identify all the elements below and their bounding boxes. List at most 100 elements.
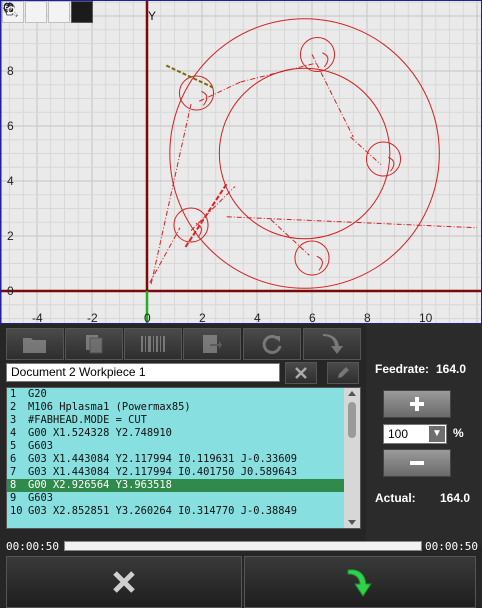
line-text: G03 X1.443084 Y2.117994 I0.119631 J-0.33…: [28, 453, 297, 465]
x-tick-label: 10: [419, 311, 433, 324]
gcode-line[interactable]: 9 G603: [7, 492, 360, 505]
redo-button[interactable]: [303, 328, 361, 360]
zoom-fit-icon[interactable]: [3, 1, 70, 23]
zoom-in-icon[interactable]: [3, 1, 47, 23]
x-tick-label: -2: [87, 311, 98, 324]
line-text: G03 X2.852851 Y3.260264 I0.314770 J-0.38…: [28, 505, 297, 517]
actual-value: 164.0: [440, 491, 471, 505]
line-number: 8: [10, 479, 17, 491]
toolpath-plot[interactable]: -4 -2 0 2 4 6 8 10 8 6 4 2 0 Y: [0, 0, 482, 324]
x-tick-label: 6: [309, 311, 316, 324]
edit-button[interactable]: [327, 362, 359, 384]
line-text: G03 X1.443084 Y2.117994 I0.401750 J0.589…: [28, 466, 297, 478]
rapid-move-line: [350, 136, 382, 165]
line-number: 3: [10, 414, 17, 426]
hole-circle: [365, 141, 402, 177]
next-move-line: [184, 183, 228, 248]
lead-in-curl: [322, 52, 329, 68]
x-tick-label: 4: [254, 311, 261, 324]
plus-icon: [410, 397, 424, 411]
chevron-down-icon: ▼: [429, 426, 445, 442]
gcode-line[interactable]: 10 G03 X2.852851 Y3.260264 I0.314770 J-0.…: [7, 505, 360, 518]
gcode-lines: 1 G20 2 M106 Hplasma1 (Powermax85) 3 #FABHEAD…: [7, 388, 360, 518]
gcode-line[interactable]: 2 M106 Hplasma1 (Powermax85): [7, 401, 360, 414]
line-number: 10: [10, 505, 23, 517]
plot-viewport[interactable]: -4 -2 0 2 4 6 8 10 8 6 4 2 0 Y: [0, 0, 482, 324]
export-button[interactable]: [183, 328, 241, 360]
line-number: 1: [10, 388, 17, 400]
run-button[interactable]: [244, 556, 476, 608]
line-text: #FABHEAD.MODE = CUT: [28, 414, 147, 426]
open-folder-button[interactable]: [6, 328, 64, 360]
gcode-line[interactable]: 4 G00 X1.524328 Y2.748910: [7, 427, 360, 440]
grid: [0, 0, 482, 324]
gcode-line[interactable]: 6 G03 X1.443084 Y2.117994 I0.119631 J-0.3…: [7, 453, 360, 466]
barcode-icon: [141, 336, 165, 352]
copy-button[interactable]: [65, 328, 123, 360]
line-text: G20: [28, 388, 47, 400]
line-text: G603: [28, 440, 54, 452]
vertical-scrollbar[interactable]: [344, 388, 360, 528]
refresh-button[interactable]: [243, 328, 301, 360]
feedrate-label: Feedrate:: [375, 362, 430, 376]
remaining-time: 00:00:50: [425, 540, 478, 553]
gcode-line[interactable]: 7 G03 X1.443084 Y2.117994 I0.401750 J0.58…: [7, 466, 360, 479]
y-axis-label: Y: [148, 9, 156, 23]
line-number: 6: [10, 453, 17, 465]
line-number: 2: [10, 401, 17, 413]
gcode-line[interactable]: 8 G00 X2.926564 Y3.963518: [7, 479, 360, 492]
minus-icon: [410, 461, 424, 465]
line-number: 7: [10, 466, 17, 478]
gcode-line[interactable]: 1 G20: [7, 388, 360, 401]
zoom-select-icon[interactable]: [3, 1, 93, 23]
pencil-icon: [338, 367, 349, 378]
line-number: 9: [10, 492, 17, 504]
close-icon: [113, 571, 135, 593]
gcode-line[interactable]: 3 #FABHEAD.MODE = CUT: [7, 414, 360, 427]
feed-decrease-button[interactable]: [383, 449, 451, 477]
x-tick-label: 0: [144, 311, 151, 324]
feedrate-value: 164.0: [436, 362, 467, 376]
x-tick-label: -4: [32, 311, 43, 324]
line-text: M106 Hplasma1 (Powermax85): [28, 401, 191, 413]
y-tick-label: 8: [7, 64, 14, 78]
rapid-move-line: [311, 54, 354, 138]
gcode-line[interactable]: 5 G603: [7, 440, 360, 453]
actual-label: Actual:: [375, 491, 416, 505]
scroll-down-arrow-icon[interactable]: [348, 520, 356, 525]
gcode-listing[interactable]: 1 G20 2 M106 Hplasma1 (Powermax85) 3 #FABHEAD…: [6, 387, 361, 529]
barcode-button[interactable]: [124, 328, 182, 360]
redo-arrow-icon: [323, 334, 343, 354]
view-toolbar: [2, 1, 93, 23]
refresh-icon: [262, 334, 282, 354]
copy-icon: [86, 335, 103, 354]
line-text: G00 X2.926564 Y3.963518: [28, 479, 172, 491]
export-icon: [203, 335, 222, 353]
y-tick-label: 6: [7, 119, 14, 133]
job-progress-bar: [64, 541, 422, 551]
y-tick-label: 2: [7, 229, 14, 243]
scroll-thumb[interactable]: [348, 402, 356, 438]
y-tick-label: 0: [7, 284, 14, 298]
feed-increase-button[interactable]: [383, 390, 451, 418]
cancel-button[interactable]: [6, 556, 242, 608]
clear-button[interactable]: [285, 362, 317, 384]
percent-label: %: [453, 426, 464, 440]
feed-override-select[interactable]: 100 ▼: [383, 424, 447, 444]
line-text: G00 X1.524328 Y2.748910: [28, 427, 172, 439]
elapsed-time: 00:00:50: [6, 540, 59, 553]
line-number: 5: [10, 440, 17, 452]
x-tick-label: 2: [199, 311, 206, 324]
rapid-move-line: [150, 103, 192, 285]
line-number: 4: [10, 427, 17, 439]
document-title: Document 2 Workpiece 1: [6, 363, 280, 382]
folder-icon: [23, 338, 46, 353]
line-text: G603: [28, 492, 54, 504]
control-panel: Document 2 Workpiece 1 1 G20 2 M106 Hplasma…: [0, 324, 482, 608]
x-tick-label: 8: [364, 311, 371, 324]
scroll-up-arrow-icon[interactable]: [348, 391, 356, 396]
current-move-line: [165, 64, 214, 89]
feedrate-panel: Feedrate: 164.0 100 ▼ % Actual: 164.0: [366, 324, 482, 546]
feed-override-value: 100: [388, 427, 409, 441]
workspace-border: [0, 0, 482, 324]
